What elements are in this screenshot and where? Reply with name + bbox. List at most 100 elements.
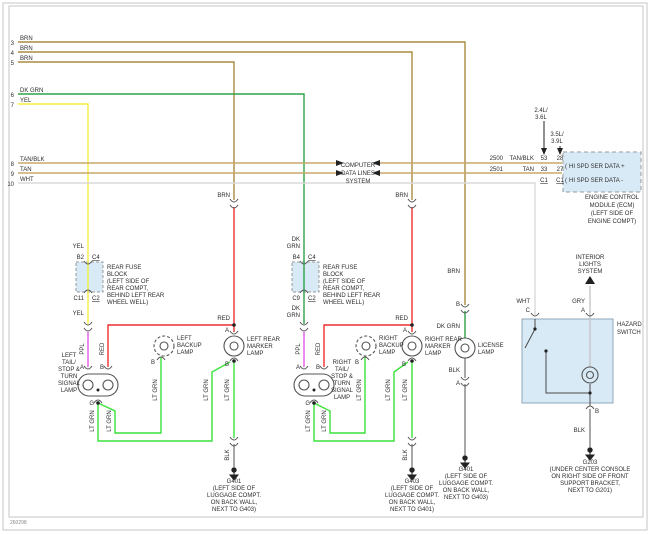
document-number: 260298 (10, 520, 27, 526)
engine-variant-label: 3.9L (551, 139, 563, 145)
ground-label: G203 (583, 460, 598, 466)
component-label: TURN (61, 374, 78, 380)
ecm-pin-label: ( (565, 164, 567, 170)
wire-color-label: WHT (20, 177, 34, 183)
pin-number: 27 (557, 167, 564, 173)
wire-color-label: TAN (522, 167, 534, 173)
right-tail-stop-turn-lamp (293, 373, 335, 397)
wire-color-label: YEL (73, 244, 85, 250)
component-label: TURN (334, 381, 351, 387)
wire-color-label: BRN (395, 193, 408, 199)
component-label: LICENSE (478, 343, 504, 349)
component-label: MODULE (ECM) (590, 203, 635, 209)
ground-label: G401 (227, 479, 242, 485)
ecm-pin-label: HI SPD SER DATA - (569, 178, 623, 184)
right-backup-lamp (355, 335, 377, 357)
wire-color-label: YEL (73, 311, 85, 317)
bulb-icon (407, 341, 417, 351)
ground-label: ON BACK WALL, (443, 488, 490, 494)
wire-color-label: LT GRN (225, 379, 231, 400)
system-label: SYSTEM (346, 179, 371, 185)
wire-color-label: BLK (403, 449, 409, 460)
pin-letter: B (100, 365, 104, 371)
component-label: MARKER (247, 344, 273, 350)
wire-color-label: BLK (449, 368, 460, 374)
wire-color-label: GRN (287, 313, 300, 319)
component-label: STOP & (58, 367, 80, 373)
engine-variant-label: 3.5L/ (550, 132, 564, 138)
component-label: WHEEL WELL) (107, 300, 148, 306)
wire-color-label: BRN (20, 46, 33, 52)
component-label: HAZARD (617, 322, 642, 328)
wire-brn-row4-right-feed (18, 51, 413, 200)
junction-dot (533, 327, 537, 331)
engine-variant-label: 2.4L/ (534, 108, 548, 114)
ground-label: LUGGAGE COMPT. (207, 493, 261, 499)
bulb-icon (298, 379, 310, 391)
component-label: LAMP (247, 351, 263, 357)
pin-letter: A (80, 365, 84, 371)
pin-letter: B (456, 302, 460, 308)
component-label: LAMP (425, 351, 441, 357)
component-label: STOP & (331, 374, 353, 380)
wire-color-label: RED (395, 316, 408, 322)
pin-letter: B (225, 362, 229, 368)
component-label: SIGNAL (331, 388, 354, 394)
rear-lamps-wiring-diagram: 3 4 5 6 7 8 9 10 BRN BRN BRN DK GRN YEL TAN/BLK TAN WHT… (2, 2, 648, 531)
pin-letter: B (402, 362, 406, 368)
left-tail-stop-turn-lamp (77, 373, 119, 397)
junction-dot (312, 388, 316, 392)
connector-label: C1 (556, 178, 564, 184)
row-number: 8 (11, 162, 15, 168)
component-label: LAMP (61, 388, 77, 394)
wire-color-label: RED (217, 316, 230, 322)
wire-color-label: DK GRN (437, 324, 460, 330)
connector-icon (229, 198, 239, 209)
wire-color-label: PPL (296, 343, 302, 355)
component-label: RIGHT REAR (425, 337, 463, 343)
ground-label: ON BACK WALL, (389, 500, 436, 506)
ground-label: ON RIGHT SIDE OF FRONT (551, 474, 629, 480)
component-label: BACKUP (177, 343, 202, 349)
connector-label: C1 (540, 178, 548, 184)
rear-fuse-block-left-box (75, 261, 104, 293)
component-label: BLOCK (107, 272, 127, 278)
pin-number: 53 (541, 156, 548, 162)
component-label: REAR FUSE (107, 265, 141, 271)
wire-color-label: LT GRN (322, 410, 328, 431)
component-label: LEFT (62, 353, 77, 359)
ground-label: G403 (405, 479, 420, 485)
row-number: 5 (11, 61, 15, 67)
junction-dot (588, 391, 592, 395)
pin-letter: A (296, 365, 300, 371)
connector-icon (407, 198, 417, 209)
circuit-number: 2500 (490, 156, 504, 162)
wire-color-label: DK (292, 306, 300, 312)
ecm-pin-label: ( (565, 178, 567, 184)
component-label: MARKER (425, 344, 451, 350)
wire-color-label: TAN (20, 167, 32, 173)
ground-label: NEXT TO G401) (390, 507, 434, 513)
pin-letter: B (355, 360, 359, 366)
pin-number: C11 (73, 296, 84, 302)
component-label: LEFT REAR (247, 337, 281, 343)
pin-letter: C (526, 308, 531, 314)
component-label: (LEFT SIDE OF (591, 211, 634, 217)
wire-color-label: BLK (574, 428, 585, 434)
wire-color-label: RED (316, 342, 322, 355)
wire-color-label: LT GRN (153, 379, 159, 400)
system-label: SYSTEM (578, 269, 603, 275)
junction-dot (232, 323, 236, 327)
engine-variant-arrow-icon (557, 148, 563, 155)
component-label: RIGHT (333, 360, 352, 366)
engine-variant-arrow-icon (541, 148, 547, 155)
component-label: REAR FUSE (323, 265, 357, 271)
wire-color-label: BRN (447, 269, 460, 275)
wire-dkgrn-row6 (18, 93, 305, 324)
wires (18, 41, 591, 442)
row-number: 10 (7, 182, 14, 188)
wiring-diagram-page: 3 4 5 6 7 8 9 10 BRN BRN BRN DK GRN YEL TAN/BLK TAN WHT… (0, 0, 650, 534)
pin-letter: A (456, 381, 460, 387)
ground-label: NEXT TO G403) (444, 495, 488, 501)
row-number: 4 (11, 51, 15, 57)
